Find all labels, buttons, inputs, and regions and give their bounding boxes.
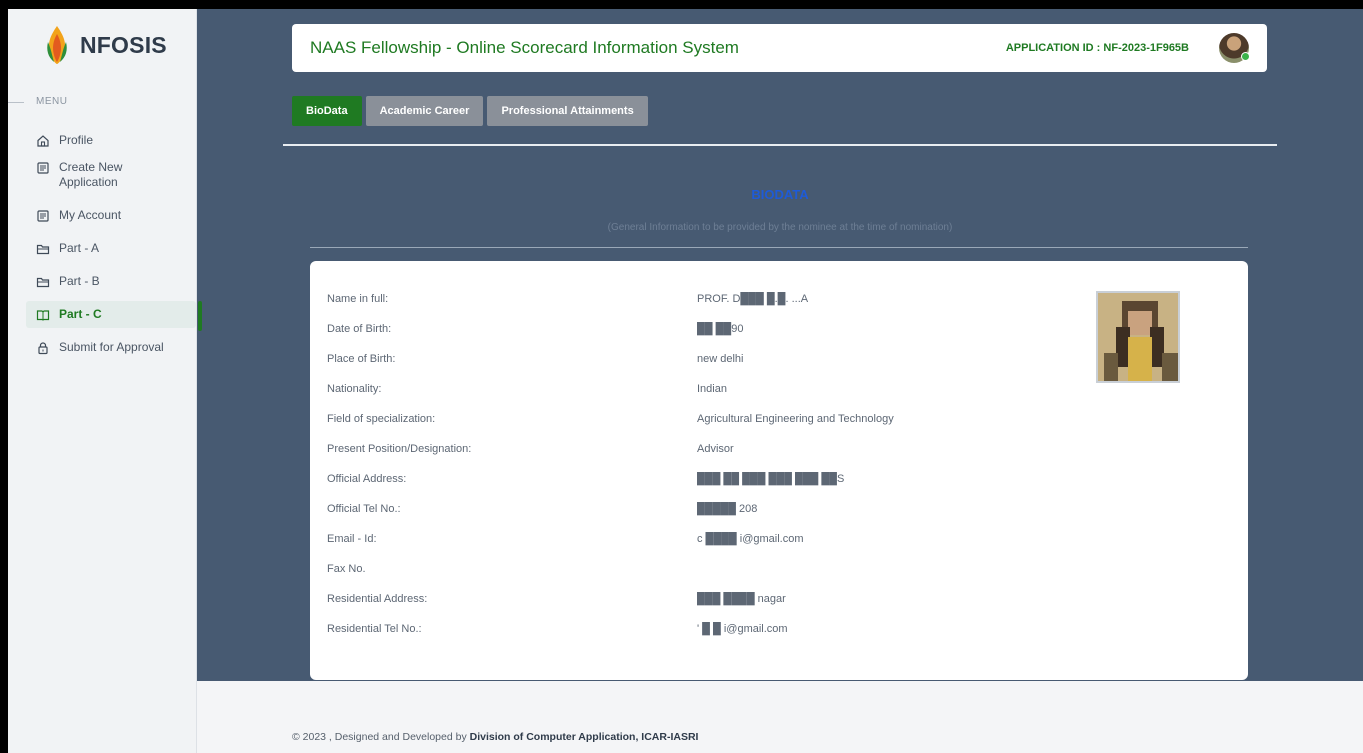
sidebar-item-part-c[interactable]: Part - C bbox=[26, 301, 202, 331]
field-label: Fax No. bbox=[327, 563, 366, 575]
field-value: PROF. D███ █.█. ...A bbox=[697, 293, 809, 305]
menu-label: MENU bbox=[36, 96, 68, 107]
field-value: ███ ██ ███ ███ ███ ██S bbox=[697, 473, 845, 485]
sidebar-item-label: Part - A bbox=[59, 241, 100, 255]
biodata-row-specialization: Field of specialization: Agricultural En… bbox=[327, 413, 1227, 429]
tab-biodata[interactable]: BioData bbox=[292, 96, 362, 126]
field-value: ' █ █ i@gmail.com bbox=[697, 623, 788, 635]
tab-divider bbox=[283, 144, 1277, 146]
sidebar-item-my-account[interactable]: My Account bbox=[26, 202, 196, 229]
folder-icon bbox=[36, 244, 50, 255]
field-value: Agricultural Engineering and Technology bbox=[697, 413, 894, 425]
section-subtitle: (General Information to be provided by t… bbox=[607, 222, 953, 233]
active-indicator bbox=[198, 301, 202, 331]
biodata-row-official-tel: Official Tel No.: █████ 208 bbox=[327, 503, 1227, 519]
sidebar-item-create-new-application[interactable]: Create New Application bbox=[26, 154, 196, 196]
sidebar-item-part-b[interactable]: Part - B bbox=[26, 268, 196, 295]
sidebar-item-label: Part - C bbox=[59, 307, 102, 321]
field-label: Official Address: bbox=[327, 473, 407, 485]
biodata-row-official-address: Official Address: ███ ██ ███ ███ ███ ██S bbox=[327, 473, 1227, 489]
user-avatar[interactable] bbox=[1219, 33, 1250, 63]
biodata-row-fax: Fax No. bbox=[327, 563, 1227, 579]
tab-academic-career[interactable]: Academic Career bbox=[365, 96, 484, 126]
field-value: new delhi bbox=[697, 353, 744, 365]
biodata-row-place-of-birth: Place of Birth: new delhi bbox=[327, 353, 1227, 369]
book-icon bbox=[36, 310, 50, 321]
brand[interactable]: NFOSIS bbox=[44, 25, 167, 65]
biodata-row-designation: Present Position/Designation: Advisor bbox=[327, 443, 1227, 459]
sidebar-item-label: Profile bbox=[59, 133, 94, 147]
biodata-row-residential-address: Residential Address: ███ ████ nagar bbox=[327, 593, 1227, 609]
field-label: Nationality: bbox=[327, 383, 382, 395]
lock-icon bbox=[38, 342, 48, 355]
folder-icon bbox=[36, 277, 50, 288]
field-label: Name in full: bbox=[327, 293, 389, 305]
header-bar: NAAS Fellowship - Online Scorecard Infor… bbox=[292, 24, 1267, 72]
tab-professional-attainments[interactable]: Professional Attainments bbox=[487, 96, 648, 126]
app-frame: NFOSIS MENU Profile Create New Applicati… bbox=[8, 9, 1363, 753]
footer-text: © 2023 , Designed and Developed by Divis… bbox=[292, 731, 698, 743]
biodata-row-email: Email - Id: c ████ i@gmail.com bbox=[327, 533, 1227, 549]
field-label: Residential Address: bbox=[327, 593, 428, 605]
menu-divider bbox=[8, 102, 24, 103]
leaf-flame-icon bbox=[47, 26, 67, 64]
section-title: BIODATA bbox=[751, 187, 809, 202]
document-icon bbox=[37, 162, 49, 174]
footer-prefix: © 2023 , Designed and Developed by bbox=[292, 731, 470, 743]
brand-name: NFOSIS bbox=[80, 31, 167, 58]
field-value: c ████ i@gmail.com bbox=[697, 533, 804, 545]
field-label: Residential Tel No.: bbox=[327, 623, 422, 635]
field-value: █████ 208 bbox=[697, 503, 758, 515]
section-divider bbox=[310, 247, 1248, 248]
biodata-card: Name in full: PROF. D███ █.█. ...A Date … bbox=[310, 261, 1248, 680]
sidebar-item-profile[interactable]: Profile bbox=[26, 127, 196, 154]
biodata-row-residential-tel: Residential Tel No.: ' █ █ i@gmail.com bbox=[327, 623, 1227, 639]
application-id: APPLICATION ID : NF-2023-1F965B bbox=[1005, 42, 1189, 54]
field-label: Place of Birth: bbox=[327, 353, 396, 365]
field-value: ██ ██90 bbox=[697, 323, 744, 335]
footer-org: Division of Computer Application, ICAR-I… bbox=[469, 731, 699, 743]
home-icon bbox=[37, 135, 49, 147]
field-label: Present Position/Designation: bbox=[327, 443, 472, 455]
field-label: Field of specialization: bbox=[327, 413, 436, 425]
sidebar-item-submit-for-approval[interactable]: Submit for Approval bbox=[26, 334, 196, 361]
biodata-row-dob: Date of Birth: ██ ██90 bbox=[327, 323, 1227, 339]
nominee-photo bbox=[1096, 291, 1180, 383]
footer: © 2023 , Designed and Developed by Divis… bbox=[197, 681, 1363, 753]
sidebar-item-label: My Account bbox=[59, 208, 122, 222]
sidebar: NFOSIS MENU Profile Create New Applicati… bbox=[8, 9, 202, 753]
sidebar-item-part-a[interactable]: Part - A bbox=[26, 235, 196, 262]
field-value: ███ ████ nagar bbox=[697, 593, 786, 605]
biodata-row-name: Name in full: PROF. D███ █.█. ...A bbox=[327, 293, 1227, 309]
field-label: Email - Id: bbox=[327, 533, 377, 545]
field-label: Date of Birth: bbox=[327, 323, 392, 335]
page-title: NAAS Fellowship - Online Scorecard Infor… bbox=[310, 38, 739, 57]
sidebar-item-label: Submit for Approval bbox=[59, 340, 164, 354]
field-label: Official Tel No.: bbox=[327, 503, 401, 515]
sidebar-item-label: Create New Application bbox=[59, 160, 123, 189]
biodata-row-nationality: Nationality: Indian bbox=[327, 383, 1227, 399]
tab-bar: BioData Academic Career Professional Att… bbox=[292, 96, 648, 126]
field-value: Indian bbox=[697, 383, 727, 395]
sidebar-nav: Profile Create New Application My Accoun… bbox=[26, 127, 202, 361]
sidebar-item-label: Part - B bbox=[59, 274, 100, 288]
document-icon bbox=[37, 210, 49, 222]
field-value: Advisor bbox=[697, 443, 734, 455]
